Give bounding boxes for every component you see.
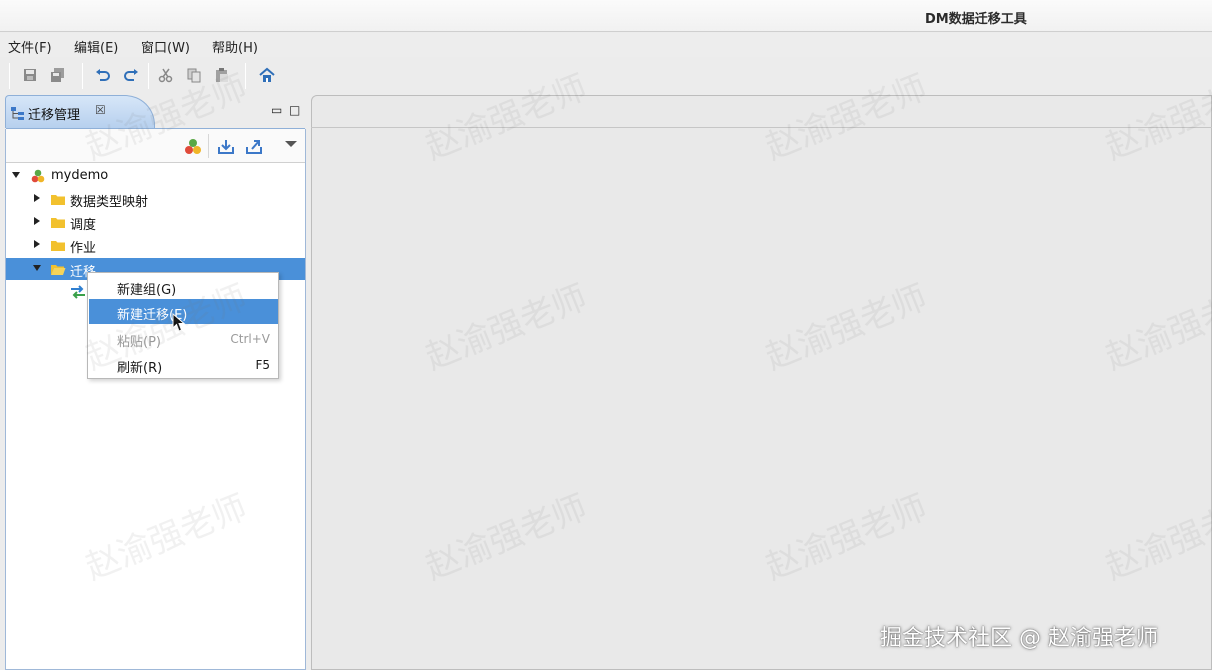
menu-window[interactable]: 窗口(W): [141, 37, 190, 56]
copy-icon[interactable]: [184, 65, 204, 85]
tree-item-label: mydemo: [51, 168, 109, 183]
cut-icon[interactable]: [156, 65, 176, 85]
view-menu-chevron-down-icon[interactable]: [281, 135, 301, 155]
editor-tab-strip-divider: [311, 127, 1212, 128]
undo-icon[interactable]: [93, 65, 113, 85]
maximize-icon[interactable]: □: [289, 103, 300, 117]
collapsed-arrow-icon[interactable]: [32, 216, 42, 226]
tree-item-jobs[interactable]: 作业: [6, 234, 305, 256]
tree-item-label: 作业: [70, 241, 97, 256]
toolbar-separator: [148, 63, 149, 89]
open-folder-icon: [51, 265, 66, 275]
paste-icon[interactable]: [212, 65, 232, 85]
menu-item-label: 粘贴(P): [117, 335, 161, 350]
home-icon[interactable]: [257, 65, 277, 85]
new-project-icon[interactable]: [183, 137, 203, 157]
tab-label: 迁移管理: [28, 108, 81, 123]
tab-migration-management[interactable]: 迁移管理 ☒: [5, 95, 155, 128]
panel-toolbar: [6, 129, 305, 163]
menubar: 文件(F) 编辑(E) 窗口(W) 帮助(H): [0, 33, 1212, 57]
export-icon[interactable]: [244, 137, 264, 157]
window-title: DM数据迁移工具: [925, 12, 1027, 27]
menu-file[interactable]: 文件(F): [8, 37, 52, 56]
folder-icon: [51, 241, 65, 251]
expanded-arrow-icon[interactable]: [11, 170, 21, 180]
menu-item-refresh[interactable]: 刷新(R) F5: [89, 352, 278, 377]
panel-tabbar: 迁移管理 ☒ ▭ □: [5, 95, 306, 129]
menu-edit[interactable]: 编辑(E): [74, 37, 118, 56]
expanded-arrow-icon[interactable]: [32, 263, 42, 273]
menu-item-label: 新建组(G): [117, 283, 177, 298]
main-toolbar: [0, 57, 1212, 93]
toolbar-separator: [245, 63, 246, 89]
redo-icon[interactable]: [121, 65, 141, 85]
tree-item-label: 数据类型映射: [70, 195, 149, 210]
footer-watermark: 掘金技术社区 @ 赵渝强老师: [880, 626, 1158, 651]
menu-item-new-group[interactable]: 新建组(G): [89, 274, 278, 299]
menu-item-label: 刷新(R): [117, 361, 163, 376]
import-icon[interactable]: [216, 137, 236, 157]
menu-item-shortcut: Ctrl+V: [230, 332, 270, 346]
save-icon[interactable]: [20, 65, 40, 85]
folder-icon: [51, 195, 65, 205]
tree-view-icon: [11, 107, 24, 120]
tree-item-datatype-mapping[interactable]: 数据类型映射: [6, 188, 305, 210]
save-all-icon[interactable]: [48, 65, 68, 85]
folder-icon: [51, 218, 65, 228]
menu-help[interactable]: 帮助(H): [212, 37, 258, 56]
migration-item-icon: [71, 285, 85, 299]
close-icon[interactable]: ☒: [95, 103, 106, 117]
tree-item-schedule[interactable]: 调度: [6, 211, 305, 233]
tree-item-mydemo[interactable]: mydemo: [6, 165, 305, 187]
minimize-icon[interactable]: ▭: [271, 103, 282, 117]
editor-area: [311, 95, 1212, 670]
collapsed-arrow-icon[interactable]: [32, 193, 42, 203]
menu-item-shortcut: F5: [255, 358, 270, 372]
window-titlebar: DM数据迁移工具: [0, 0, 1212, 32]
toolbar-separator: [9, 63, 10, 89]
tree-item-label: 调度: [70, 218, 97, 233]
toolbar-separator: [82, 63, 83, 89]
collapsed-arrow-icon[interactable]: [32, 239, 42, 249]
toolbar-separator: [208, 134, 209, 158]
mouse-cursor-icon: [172, 313, 186, 332]
project-icon: [31, 169, 45, 183]
